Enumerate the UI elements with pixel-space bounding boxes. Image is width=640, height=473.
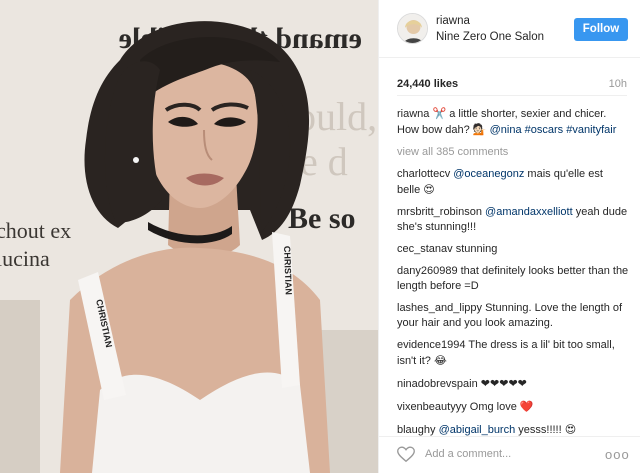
divider: [397, 95, 627, 96]
comment-item: dany260989 that definitely looks better …: [397, 264, 629, 294]
comment-item: mrsbritt_robinson @amandaxxelliott yeah …: [397, 205, 629, 235]
comment-item: cec_stanav stunning: [397, 242, 629, 257]
tipping-hand-emoji: 💁🏻: [472, 123, 487, 136]
post-photo[interactable]: emand the possible ould, e d Be so chout…: [0, 0, 378, 473]
username-link[interactable]: riawna: [436, 15, 470, 27]
comment-text: yesss!!!!!: [515, 424, 565, 436]
comment-item: lashes_and_lippy Stunning. Love the leng…: [397, 301, 629, 331]
avatar-image: [398, 14, 427, 43]
red-heart-emoji: ❤️: [519, 400, 534, 413]
bg-text-4: Be so: [288, 202, 356, 235]
mention-link[interactable]: @amandaxxelliott: [485, 206, 573, 218]
location-link[interactable]: Nine Zero One Salon: [436, 31, 544, 43]
post-time[interactable]: 10h: [609, 78, 627, 90]
comment-username[interactable]: cec_stanav: [397, 243, 453, 255]
avatar[interactable]: [397, 13, 428, 44]
comment-item: vixenbeautyyy Omg love ❤️: [397, 399, 629, 415]
caption-username[interactable]: riawna: [397, 108, 429, 120]
comment-item: ninadobrevspain ❤❤❤❤❤: [397, 376, 629, 392]
comment-username[interactable]: dany260989: [397, 265, 458, 277]
more-options-icon[interactable]: ooo: [605, 447, 630, 462]
instagram-post-view: emand the possible ould, e d Be so chout…: [0, 0, 640, 473]
comment-footer: Add a comment... ooo: [379, 436, 640, 473]
post-header: riawna Nine Zero One Salon Follow: [379, 0, 640, 58]
hashtag-link[interactable]: #vanityfair: [566, 124, 616, 136]
hearts-emoji: ❤❤❤❤❤: [480, 377, 527, 390]
likes-count[interactable]: 24,440 likes: [397, 78, 458, 90]
comments-list: riawna ✂️ a little shorter, sexier and c…: [397, 106, 629, 445]
portrait-illustration: emand the possible ould, e d Be so chout…: [0, 0, 378, 473]
hashtag-link[interactable]: #oscars: [525, 124, 564, 136]
laughing-emoji: 😂: [433, 354, 447, 367]
comment-username[interactable]: mrsbritt_robinson: [397, 206, 482, 218]
bg-text-5: chout ex: [0, 218, 71, 243]
mention-link[interactable]: @nina: [490, 124, 522, 136]
comment-item: evidence1994 The dress is a lil' bit too…: [397, 338, 629, 369]
caption: riawna ✂️ a little shorter, sexier and c…: [397, 106, 629, 138]
comment-username[interactable]: ninadobrevspain: [397, 378, 478, 390]
comment-item: charlottecv @oceanegonz mais qu'elle est…: [397, 167, 629, 198]
follow-button[interactable]: Follow: [574, 18, 628, 41]
comment-username[interactable]: vixenbeautyyy: [397, 401, 467, 413]
view-all-comments-link[interactable]: view all 385 comments: [397, 145, 629, 160]
strap-text-right: CHRISTIAN: [282, 246, 294, 295]
comment-username[interactable]: charlottecv: [397, 168, 450, 180]
heart-eyes-emoji: 😍: [564, 423, 577, 436]
post-side-panel: riawna Nine Zero One Salon Follow 24,440…: [378, 0, 640, 473]
comment-text: Omg love: [469, 401, 520, 413]
likes-row: 24,440 likes 10h: [397, 78, 627, 92]
comment-text: stunning: [455, 243, 498, 255]
scissors-emoji: ✂️: [432, 107, 447, 120]
comment-username[interactable]: blaughy: [397, 424, 436, 436]
like-heart-icon[interactable]: [397, 446, 415, 463]
comment-username[interactable]: lashes_and_lippy: [397, 302, 482, 314]
comment-username[interactable]: evidence1994: [397, 339, 466, 351]
mention-link[interactable]: @abigail_burch: [439, 424, 516, 436]
heart-eyes-emoji: 😍: [423, 183, 435, 196]
mention-link[interactable]: @oceanegonz: [453, 168, 524, 180]
bg-text-6: lucina: [0, 246, 50, 271]
add-comment-input[interactable]: Add a comment...: [425, 448, 511, 460]
